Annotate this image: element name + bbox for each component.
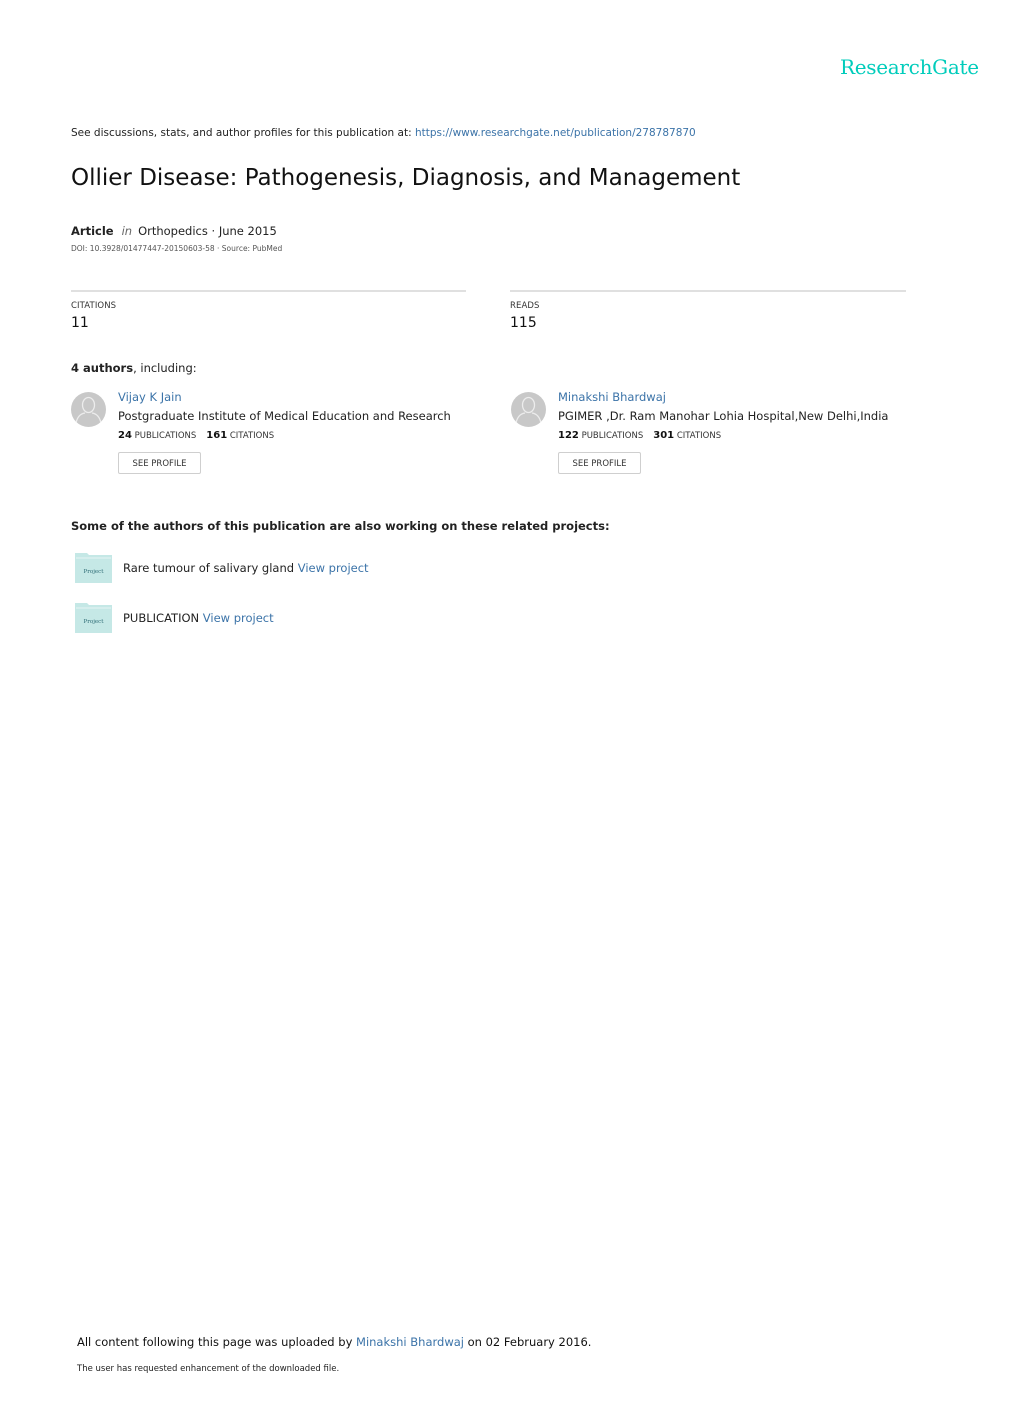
author-publications-count: 122 [558, 430, 579, 441]
project-icon-label: Project [84, 569, 105, 575]
avatar-placeholder-icon[interactable] [511, 392, 546, 427]
project-text: PUBLICATION View project [123, 611, 274, 625]
citations-label: CITATIONS [71, 301, 117, 311]
project-item: Project PUBLICATION View project [74, 602, 574, 636]
view-project-link[interactable]: View project [203, 611, 274, 625]
including-label: , including: [133, 361, 197, 375]
discussion-prefix: See discussions, stats, and author profi… [71, 127, 415, 139]
author-stats: 24 PUBLICATIONS 161 CITATIONS [118, 430, 274, 441]
citations-label: CITATIONS [676, 431, 722, 441]
author-citations-count: 301 [653, 430, 675, 441]
see-profile-button[interactable]: SEE PROFILE [558, 452, 641, 474]
view-project-link[interactable]: View project [298, 561, 369, 575]
authors-heading: 4 authors, including: [71, 361, 197, 375]
publications-label: PUBLICATIONS [581, 431, 644, 441]
author-card: Vijay K Jain Postgraduate Institute of M… [71, 390, 491, 480]
reads-label: READS [510, 301, 540, 311]
publication-title: Ollier Disease: Pathogenesis, Diagnosis,… [71, 165, 741, 191]
publications-label: PUBLICATIONS [134, 431, 197, 441]
project-item: Project Rare tumour of salivary gland Vi… [74, 552, 574, 586]
discussion-note: See discussions, stats, and author profi… [71, 127, 696, 139]
author-institution: PGIMER ,Dr. Ram Manohar Lohia Hospital,N… [558, 409, 889, 423]
author-publications-count: 24 [118, 430, 132, 441]
researchgate-logo[interactable]: ResearchGate [840, 55, 979, 79]
publication-meta: Article in Orthopedics · June 2015 [71, 224, 277, 238]
journal-date: Orthopedics · June 2015 [138, 224, 277, 238]
in-label: in [121, 224, 133, 238]
upload-suffix: on 02 February 2016. [463, 1335, 592, 1349]
uploader-link[interactable]: Minakshi Bhardwaj [356, 1335, 464, 1349]
project-folder-icon: Project [75, 553, 112, 583]
upload-prefix: All content following this page was uplo… [77, 1335, 357, 1349]
citations-count: 11 [71, 315, 89, 331]
enhancement-note: The user has requested enhancement of th… [77, 1364, 340, 1374]
project-name: PUBLICATION [123, 611, 200, 625]
related-projects-heading: Some of the authors of this publication … [71, 519, 610, 533]
author-name-link[interactable]: Vijay K Jain [118, 390, 182, 404]
see-profile-button[interactable]: SEE PROFILE [118, 452, 201, 474]
doi-source: DOI: 10.3928/01477447-20150603-58 · Sour… [71, 244, 283, 253]
authors-count: 4 authors [71, 361, 134, 375]
citations-divider [71, 290, 466, 292]
project-text: Rare tumour of salivary gland View proje… [123, 561, 369, 575]
reads-count: 115 [510, 315, 537, 331]
project-icon-label: Project [84, 619, 105, 625]
author-institution: Postgraduate Institute of Medical Educat… [118, 409, 451, 423]
author-stats: 122 PUBLICATIONS 301 CITATIONS [558, 430, 721, 441]
citations-label: CITATIONS [229, 431, 275, 441]
avatar-placeholder-icon[interactable] [71, 392, 106, 427]
reads-divider [510, 290, 906, 292]
publication-url-link[interactable]: https://www.researchgate.net/publication… [415, 127, 696, 139]
project-name: Rare tumour of salivary gland [123, 561, 295, 575]
author-name-link[interactable]: Minakshi Bhardwaj [558, 390, 666, 404]
publication-type: Article [71, 224, 114, 238]
author-card: Minakshi Bhardwaj PGIMER ,Dr. Ram Manoha… [511, 390, 931, 480]
author-citations-count: 161 [206, 430, 228, 441]
upload-note: All content following this page was uplo… [77, 1335, 591, 1349]
project-folder-icon: Project [75, 603, 112, 633]
